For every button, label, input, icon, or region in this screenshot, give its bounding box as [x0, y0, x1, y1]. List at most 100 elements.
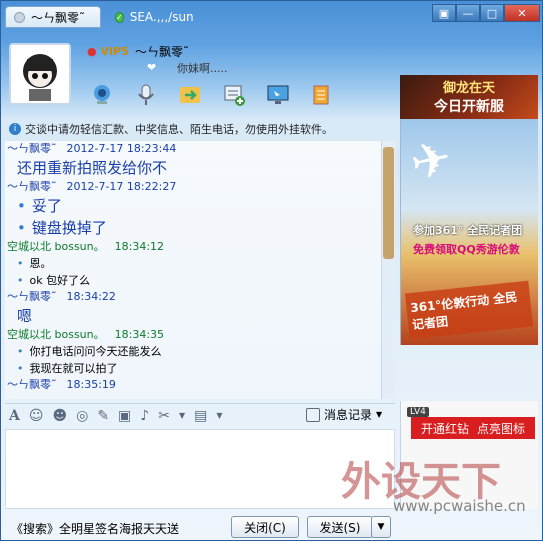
ad-line: 今日开新服: [434, 99, 504, 115]
message-time: 18:34:22: [66, 290, 116, 303]
message-header: 〜ㄣ飘零˜ 2012-7-17 18:22:27: [5, 179, 389, 195]
message-input[interactable]: [5, 429, 395, 509]
file-transfer-icon[interactable]: [175, 81, 205, 109]
info-icon: i: [9, 123, 21, 135]
vip-badge: ● VIP5: [87, 45, 129, 58]
close-window-button[interactable]: ✕: [504, 4, 540, 22]
chat-window: 〜ㄣ飘零˜ ✓ SEA.,,,/sun ▣ — □ ✕ ● VIP5 〜ㄣ飘零˜…: [0, 0, 543, 541]
music-icon[interactable]: ♪: [140, 408, 149, 424]
dropdown-icon[interactable]: ▼: [179, 411, 185, 420]
chat-scrollbar[interactable]: [381, 141, 395, 399]
message-time: 2012-7-17 18:22:27: [66, 180, 177, 193]
airplane-icon: ✈: [405, 129, 457, 193]
voice-call-icon[interactable]: [131, 81, 161, 109]
message-time: 18:35:19: [66, 378, 116, 391]
message-time: 2012-7-17 18:23:44: [66, 142, 177, 155]
message-text: • 你打电话问问今天还能发么: [5, 343, 389, 360]
bullet-icon: •: [17, 274, 24, 287]
bullet-icon: •: [17, 345, 24, 358]
message-sender[interactable]: 〜ㄣ飘零˜: [7, 290, 57, 303]
history-button[interactable]: 消息记录 ▼: [306, 406, 382, 423]
tab-other-chat[interactable]: ✓ SEA.,,,/sun: [107, 6, 197, 28]
online-status-icon: ✓: [115, 11, 124, 23]
minimize-button[interactable]: —: [456, 4, 480, 22]
ad-line: 御龙在天: [442, 81, 495, 96]
emoji-icon[interactable]: ☺: [29, 408, 44, 424]
message-sender[interactable]: 〜ㄣ飘零˜: [7, 142, 57, 155]
bottom-ad-link[interactable]: 《搜索》全明星签名海报天天送: [11, 520, 179, 537]
message-sender[interactable]: 〜ㄣ飘零˜: [7, 378, 57, 391]
message-sender[interactable]: 空城以北 bossun。: [7, 240, 105, 253]
message-time: 18:34:35: [114, 328, 165, 341]
message-line: 你打电话问问今天还能发么: [29, 345, 162, 358]
window-controls: ▣ — □ ✕: [432, 4, 540, 22]
message-header: 〜ㄣ飘零˜ 18:35:19: [5, 377, 389, 393]
message-text: 嗯: [5, 305, 389, 327]
bullet-icon: •: [17, 197, 26, 215]
message-line: 嗯: [17, 307, 33, 325]
ad-line: 点亮图标: [477, 421, 526, 436]
message-header: 空城以北 bossun。 18:34:12: [5, 239, 389, 255]
close-button[interactable]: 关闭(C): [231, 516, 299, 538]
screenshot-icon[interactable]: ✂: [158, 408, 170, 424]
magic-face-icon[interactable]: ☻: [52, 408, 67, 424]
ad-line: 免费领取QQ秀游伦敦: [413, 243, 520, 256]
level-badge: LV4: [407, 407, 429, 417]
contact-signature: 你妹啊.....: [177, 62, 228, 75]
apps-menu-icon[interactable]: [307, 81, 337, 109]
menu-button[interactable]: ▣: [432, 4, 456, 22]
tab-label: SEA.,,,/sun: [129, 10, 194, 24]
message-line: 还用重新拍照发给你不: [17, 159, 168, 177]
send-button[interactable]: 发送(S): [307, 516, 373, 538]
message-text: • 键盘换掉了: [5, 217, 389, 239]
scrollbar-thumb[interactable]: [383, 147, 394, 259]
message-header: 〜ㄣ飘零˜ 2012-7-17 18:23:44: [5, 141, 389, 157]
message-line: 我现在就可以拍了: [29, 362, 118, 375]
security-notice: i 交谈中请勿轻信汇款、中奖信息、陌生电话，勿使用外挂软件。: [5, 119, 395, 139]
status-icon: [14, 11, 25, 23]
contact-nickname: 〜ㄣ飘零˜: [135, 45, 190, 59]
image-icon[interactable]: ▣: [118, 408, 131, 424]
game-ad-banner[interactable]: 御龙在天 今日开新服: [400, 75, 538, 119]
side-ad-banner[interactable]: ✈ 参加361° 全民记者团 免费领取QQ秀游伦敦 361°伦敦行动 全民记者团: [400, 119, 538, 345]
message-header: 〜ㄣ飘零˜ 18:34:22: [5, 289, 389, 305]
bullet-icon: •: [17, 257, 24, 270]
maximize-button[interactable]: □: [480, 4, 504, 22]
chevron-down-icon: ▼: [376, 410, 383, 419]
tab-label: 〜ㄣ飘零˜: [31, 10, 86, 25]
message-text: • 我现在就可以拍了: [5, 360, 389, 377]
clock-icon: [306, 407, 320, 422]
message-line: ok 包好了么: [29, 274, 91, 287]
ad-line: 开通红钻: [420, 421, 469, 436]
send-options-button[interactable]: ▼: [371, 516, 391, 538]
avatar-image: [11, 45, 69, 103]
video-call-icon[interactable]: [87, 81, 117, 109]
message-text: • ok 包好了么: [5, 272, 389, 289]
ad-line: 参加361° 全民记者团: [413, 224, 523, 237]
tab-current-chat[interactable]: 〜ㄣ飘零˜: [5, 6, 101, 28]
heart-icon: ❤: [147, 61, 157, 74]
ad-line: 361°伦敦行动 全民记者团: [404, 280, 534, 340]
message-line: 键盘换掉了: [31, 219, 107, 237]
title-bar: 〜ㄣ飘零˜ ✓ SEA.,,,/sun ▣ — □ ✕: [1, 1, 543, 31]
watermark-url: www.pcwaishe.cn: [393, 497, 526, 515]
chat-toolbar: [87, 81, 337, 109]
doodle-icon[interactable]: ✎: [97, 408, 109, 424]
message-line: 妥了: [31, 197, 62, 215]
vip-label: VIP5: [100, 45, 129, 58]
dropdown-icon[interactable]: ▼: [216, 411, 222, 420]
briefcase-icon[interactable]: ▤: [194, 408, 207, 424]
bullet-icon: •: [17, 219, 26, 237]
red-diamond-button[interactable]: 开通红钻 点亮图标: [411, 417, 535, 439]
avatar[interactable]: [9, 43, 71, 105]
message-history[interactable]: 〜ㄣ飘零˜ 2012-7-17 18:23:44 还用重新拍照发给你不 〜ㄣ飘零˜ 20…: [5, 141, 389, 399]
message-sender[interactable]: 〜ㄣ飘零˜: [7, 180, 57, 193]
shake-icon[interactable]: ◎: [76, 408, 88, 424]
font-icon[interactable]: A: [9, 408, 20, 424]
message-text: • 恩。: [5, 255, 389, 272]
message-text: • 妥了: [5, 195, 389, 217]
remote-assist-icon[interactable]: [263, 81, 293, 109]
create-group-icon[interactable]: [219, 81, 249, 109]
message-sender[interactable]: 空城以北 bossun。: [7, 328, 105, 341]
message-header: 空城以北 bossun。 18:34:35: [5, 327, 389, 343]
